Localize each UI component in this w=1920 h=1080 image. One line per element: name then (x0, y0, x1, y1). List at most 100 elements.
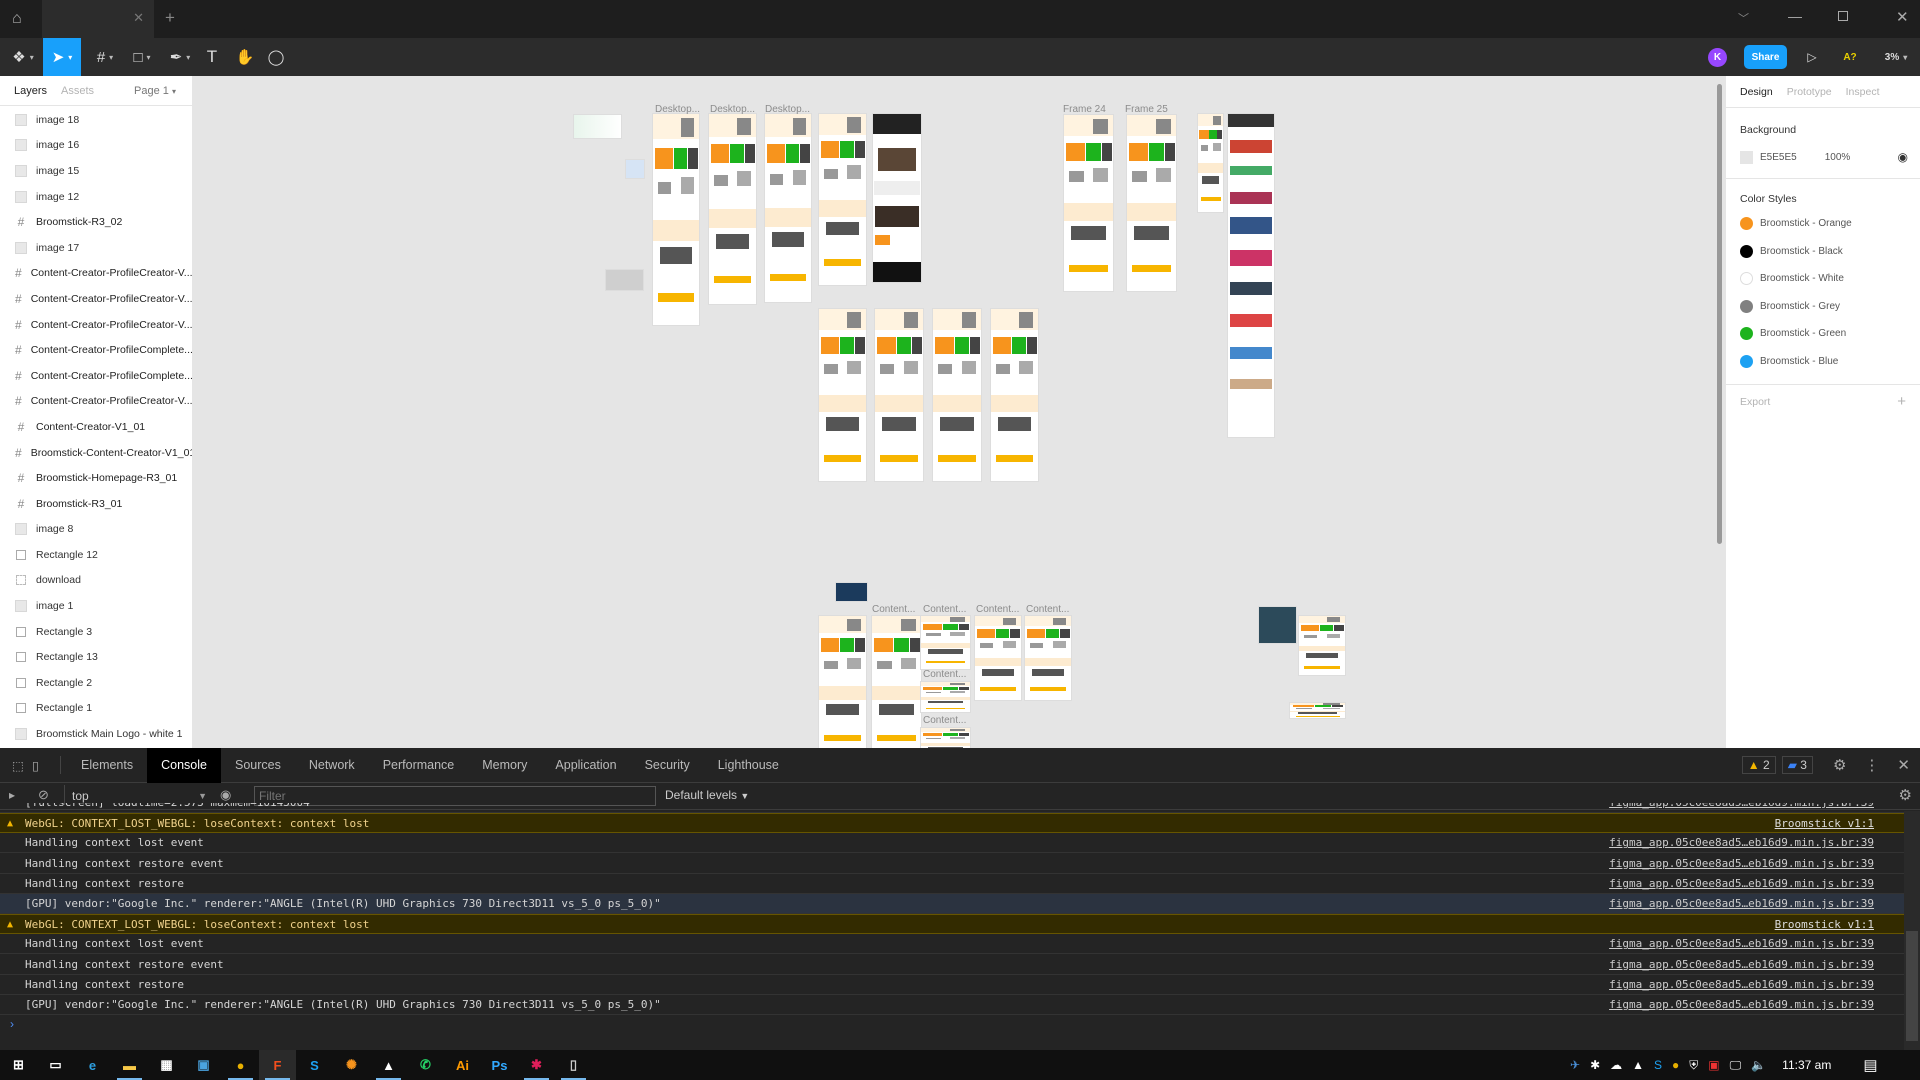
color-style-item[interactable]: Broomstick - Orange (1726, 210, 1920, 238)
devtools-tab-memory[interactable]: Memory (468, 748, 541, 783)
frame-label[interactable]: Content... (1026, 604, 1069, 615)
shape-tool[interactable]: □ ▾ (127, 38, 157, 76)
taskbar-edge[interactable]: e (74, 1050, 111, 1080)
layer-item[interactable]: Rectangle 12 (0, 542, 192, 568)
share-button[interactable]: Share (1744, 45, 1787, 69)
source-link[interactable]: figma_app.05c0ee8ad5…eb16d9.min.js.br:39 (1609, 857, 1874, 870)
design-frame-thumbnail[interactable] (1198, 114, 1223, 212)
action-center-icon[interactable]: ▤ (1863, 1056, 1877, 1074)
close-devtools-icon[interactable]: ✕ (1897, 756, 1910, 774)
design-frame-thumbnail[interactable] (819, 309, 866, 481)
color-style-item[interactable]: Broomstick - Grey (1726, 293, 1920, 321)
layer-item[interactable]: Broomstick Main Logo - white 1 (0, 721, 192, 747)
background-opacity[interactable]: 100% (1825, 152, 1851, 163)
design-frame-thumbnail[interactable] (574, 115, 621, 138)
messages-badge[interactable]: ▰ 3 (1781, 756, 1813, 774)
source-link[interactable]: figma_app.05c0ee8ad5…eb16d9.min.js.br:39 (1609, 877, 1874, 890)
design-frame-thumbnail[interactable] (765, 114, 811, 302)
layer-item[interactable]: # Content-Creator-ProfileCreator-V... (0, 261, 192, 287)
move-tool[interactable]: ➤ ▾ (43, 38, 81, 76)
design-frame-thumbnail[interactable] (1025, 616, 1071, 700)
design-frame-thumbnail[interactable] (975, 616, 1021, 700)
color-style-item[interactable]: Broomstick - Black (1726, 238, 1920, 266)
design-frame-thumbnail[interactable] (1127, 115, 1176, 291)
layer-item[interactable]: # Broomstick-Homepage-R3_01 (0, 465, 192, 491)
source-link[interactable]: figma_app.05c0ee8ad5…eb16d9.min.js.br:39 (1609, 897, 1874, 910)
canvas-image[interactable] (626, 160, 644, 178)
layer-item[interactable]: # Content-Creator-ProfileCreator-V... (0, 312, 192, 338)
layer-item[interactable]: Rectangle 2 (0, 670, 192, 696)
frame-label[interactable]: Frame 25 (1125, 104, 1168, 115)
taskbar-usb-app[interactable]: ▯ (555, 1050, 592, 1080)
sidebar-toggle-icon[interactable]: ▸ (9, 788, 15, 802)
layer-item[interactable]: image 1 (0, 593, 192, 619)
taskbar-skype[interactable]: S (296, 1050, 333, 1080)
source-link[interactable]: Broomstick v1:1 (1775, 817, 1874, 830)
network-icon[interactable]: 🖵 (1730, 1058, 1742, 1073)
layer-item[interactable]: image 15 (0, 158, 192, 184)
plus-icon[interactable]: + (165, 8, 175, 28)
taskbar-slack[interactable]: ✱ (518, 1050, 555, 1080)
clock[interactable]: 11:37 am (1782, 1058, 1831, 1072)
more-options-icon[interactable]: ⋮ (1864, 756, 1879, 774)
page-selector[interactable]: Page 1 ▾ (134, 85, 176, 97)
layer-item[interactable]: # Broomstick-Content-Creator-V1_01 (0, 440, 192, 466)
layer-item[interactable]: image 17 (0, 235, 192, 261)
devtools-tab-security[interactable]: Security (631, 748, 704, 783)
minimize-icon[interactable]: — (1788, 8, 1802, 24)
taskbar-app-swirl[interactable]: ✺ (333, 1050, 370, 1080)
design-frame-thumbnail[interactable] (921, 728, 970, 748)
source-link[interactable]: Broomstick v1:1 (1775, 918, 1874, 931)
taskbar-photoshop[interactable]: Ps (481, 1050, 518, 1080)
zoom-dropdown[interactable]: 3% ▾ (1880, 38, 1912, 76)
add-export-icon[interactable]: + (1897, 393, 1906, 410)
slack-tray-icon[interactable]: ✱ (1590, 1058, 1600, 1072)
console-prompt[interactable]: › (10, 1017, 14, 1031)
close-icon[interactable]: ✕ (133, 10, 144, 26)
notification-app-icon[interactable]: ▣ (1708, 1058, 1719, 1072)
design-frame-thumbnail[interactable] (873, 114, 921, 282)
console-scrollbar[interactable] (1904, 811, 1920, 1050)
settings-gear-icon[interactable]: ⚙ (1833, 756, 1846, 774)
devtools-tab-network[interactable]: Network (295, 748, 369, 783)
layer-item[interactable]: image 16 (0, 133, 192, 159)
tab-assets[interactable]: Assets (61, 85, 94, 97)
file-tab[interactable]: ✕ (42, 0, 154, 38)
clear-console-icon[interactable]: ⊘ (38, 787, 49, 803)
layer-item[interactable]: image 8 (0, 517, 192, 543)
skype-tray-icon[interactable]: S (1654, 1058, 1662, 1072)
devtools-tab-elements[interactable]: Elements (67, 748, 147, 783)
design-frame-thumbnail[interactable] (933, 309, 981, 481)
avatar[interactable]: K (1708, 48, 1727, 67)
accessibility-button[interactable]: A? (1838, 38, 1862, 76)
taskbar-whatsapp[interactable]: ✆ (407, 1050, 444, 1080)
source-link[interactable]: figma_app.05c0ee8ad5…eb16d9.min.js.br:39 (1609, 836, 1874, 849)
design-frame-thumbnail[interactable] (819, 114, 866, 285)
design-frame-thumbnail[interactable] (921, 682, 970, 712)
cloud-sync-icon[interactable]: ▲ (1632, 1058, 1644, 1072)
security-shield-icon[interactable]: ⛨ (1689, 1058, 1698, 1073)
taskbar-start[interactable]: ⊞ (0, 1050, 37, 1080)
layer-item[interactable]: image 12 (0, 184, 192, 210)
live-expression-eye-icon[interactable]: ◉ (220, 787, 231, 803)
chrome-tray-icon[interactable]: ● (1672, 1058, 1679, 1072)
frame-label[interactable]: Desktop... (710, 104, 755, 115)
frame-label[interactable]: Content... (923, 715, 966, 726)
taskbar-task-view[interactable]: ▭ (37, 1050, 74, 1080)
frame-label[interactable]: Desktop... (655, 104, 700, 115)
design-frame-thumbnail[interactable] (991, 309, 1038, 481)
taskbar-file-explorer[interactable]: ▬ (111, 1050, 148, 1080)
hand-tool[interactable]: ✋ (234, 38, 256, 76)
layer-item[interactable]: # Broomstick-R3_02 (0, 209, 192, 235)
warnings-badge[interactable]: ▲ 2 (1741, 756, 1776, 774)
close-window-icon[interactable]: ✕ (1896, 8, 1909, 26)
taskbar-chrome[interactable]: ● (222, 1050, 259, 1080)
taskbar-control-panel[interactable]: ▣ (185, 1050, 222, 1080)
layer-item[interactable]: # Content-Creator-ProfileComplete... (0, 363, 192, 389)
inspect-element-icon[interactable]: ⬚ (12, 758, 26, 773)
device-toolbar-icon[interactable]: ▯ (32, 758, 46, 773)
devtools-tab-lighthouse[interactable]: Lighthouse (704, 748, 793, 783)
layer-item[interactable]: image 18 (0, 107, 192, 133)
design-frame-thumbnail[interactable] (709, 114, 756, 304)
design-frame-thumbnail[interactable] (1299, 616, 1345, 675)
